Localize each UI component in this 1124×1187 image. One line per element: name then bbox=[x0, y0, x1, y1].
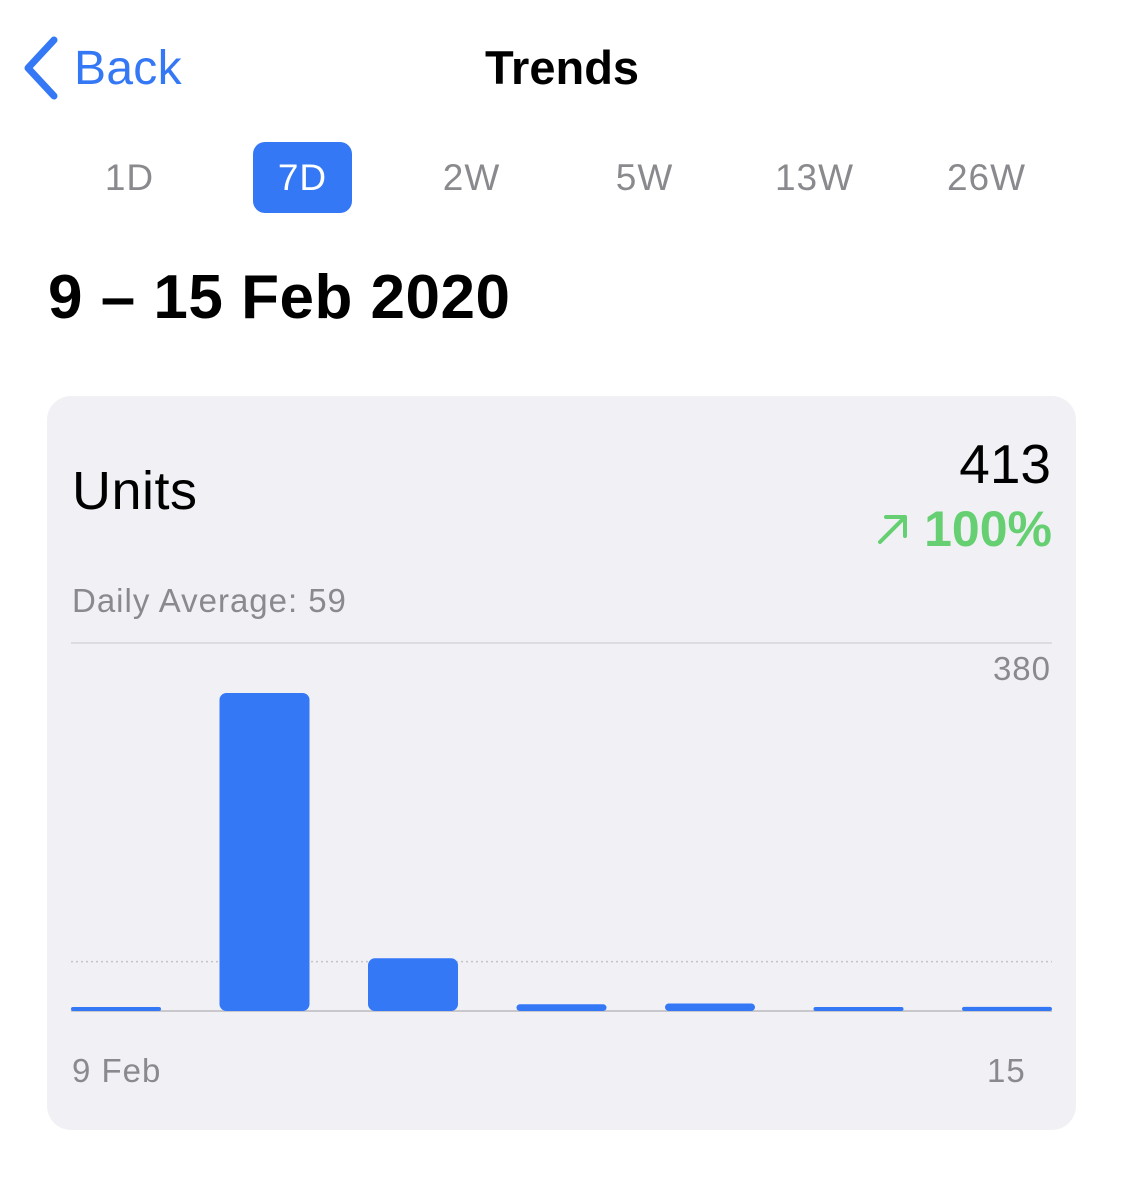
range-1d[interactable]: 1D bbox=[80, 142, 179, 213]
range-26w[interactable]: 26W bbox=[937, 142, 1036, 213]
time-range-picker: 1D 7D 2W 5W 13W 26W bbox=[44, 142, 1072, 214]
bar-13-feb bbox=[665, 1003, 755, 1011]
range-5w[interactable]: 5W bbox=[595, 142, 694, 213]
change-percent: 100% bbox=[924, 501, 1052, 557]
x-axis-end-label: 15 bbox=[987, 1052, 1026, 1089]
range-2w[interactable]: 2W bbox=[422, 142, 521, 213]
units-bar-chart bbox=[71, 642, 1052, 1012]
metric-name: Units bbox=[72, 461, 198, 521]
bar-14-feb bbox=[813, 1007, 904, 1011]
daily-average-value: 59 bbox=[308, 582, 347, 619]
daily-average: Daily Average: 59 bbox=[72, 582, 347, 620]
bar-12-feb bbox=[516, 1004, 607, 1011]
trend-card[interactable]: Units 413 100% Daily Average: 59 380 9 Fe… bbox=[47, 396, 1076, 1130]
navigation-bar: Back Trends bbox=[0, 0, 1124, 130]
x-axis-start-label: 9 Feb bbox=[72, 1052, 162, 1089]
total-value: 413 bbox=[959, 433, 1051, 495]
bar-15-feb bbox=[962, 1006, 1052, 1011]
page-title: Trends bbox=[484, 41, 640, 94]
daily-average-label: Daily Average: bbox=[72, 582, 299, 619]
bar-11-feb bbox=[368, 958, 458, 1011]
change-indicator: 100% bbox=[876, 500, 1052, 558]
arrow-up-right-icon bbox=[878, 515, 908, 544]
date-range-heading: 9 – 15 Feb 2020 bbox=[48, 263, 511, 332]
bar-9-feb bbox=[71, 1007, 161, 1011]
bar-10-feb bbox=[219, 693, 310, 1011]
range-13w[interactable]: 13W bbox=[765, 142, 864, 213]
y-axis-max-label: 380 bbox=[992, 650, 1051, 687]
range-7d[interactable]: 7D bbox=[253, 142, 352, 213]
